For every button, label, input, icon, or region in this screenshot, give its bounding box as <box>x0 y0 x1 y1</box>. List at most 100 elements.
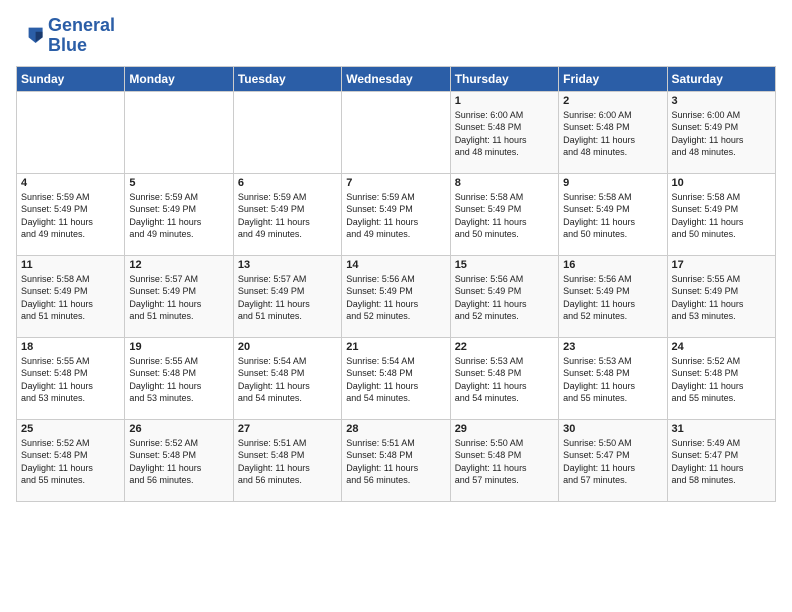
day-info: Sunrise: 5:56 AM Sunset: 5:49 PM Dayligh… <box>346 273 445 323</box>
day-number: 3 <box>672 95 771 107</box>
week-row-3: 18Sunrise: 5:55 AM Sunset: 5:48 PM Dayli… <box>17 337 776 419</box>
week-row-2: 11 Sunrise: 5:58 AM Sunset: 5:49 PM Dayli… <box>17 255 776 337</box>
day-info: Sunrise: 5:58 AM Sunset: 5:49 PM Dayligh… <box>21 273 120 323</box>
day-info: Sunrise: 5:58 AM Sunset: 5:49 PM Dayligh… <box>563 191 662 241</box>
day-cell: 12 Sunrise: 5:57 AM Sunset: 5:49 PM Dayli… <box>125 255 233 337</box>
day-number: 25 <box>21 423 120 435</box>
day-cell: 24 Sunrise: 5:52 AM Sunset: 5:48 PM Dayli… <box>667 337 775 419</box>
day-number: 5 <box>129 177 228 189</box>
day-cell <box>17 91 125 173</box>
day-info: Sunrise: 5:50 AM Sunset: 5:47 PM Dayligh… <box>563 437 662 487</box>
week-row-1: 4 Sunrise: 5:59 AM Sunset: 5:49 PM Daylig… <box>17 173 776 255</box>
weekday-sunday: Sunday <box>17 66 125 91</box>
weekday-friday: Friday <box>559 66 667 91</box>
day-cell: 25 Sunrise: 5:52 AM Sunset: 5:48 PM Dayli… <box>17 419 125 501</box>
day-cell: 28 Sunrise: 5:51 AM Sunset: 5:48 PM Dayli… <box>342 419 450 501</box>
day-info: Sunrise: 6:00 AM Sunset: 5:48 PM Dayligh… <box>563 109 662 159</box>
logo-icon <box>16 22 44 50</box>
day-cell: 5 Sunrise: 5:59 AM Sunset: 5:49 PM Daylig… <box>125 173 233 255</box>
day-number: 16 <box>563 259 662 271</box>
weekday-saturday: Saturday <box>667 66 775 91</box>
day-number: 23 <box>563 341 662 353</box>
day-info: Sunrise: 5:53 AM Sunset: 5:48 PM Dayligh… <box>563 355 662 405</box>
day-info: Sunrise: 5:52 AM Sunset: 5:48 PM Dayligh… <box>129 437 228 487</box>
day-number: 4 <box>21 177 120 189</box>
day-info: Sunrise: 5:57 AM Sunset: 5:49 PM Dayligh… <box>129 273 228 323</box>
day-info: Sunrise: 6:00 AM Sunset: 5:49 PM Dayligh… <box>672 109 771 159</box>
day-cell: 14 Sunrise: 5:56 AM Sunset: 5:49 PM Dayli… <box>342 255 450 337</box>
day-cell: 27Sunrise: 5:51 AM Sunset: 5:48 PM Dayli… <box>233 419 341 501</box>
day-cell: 17Sunrise: 5:55 AM Sunset: 5:49 PM Dayli… <box>667 255 775 337</box>
day-cell: 31Sunrise: 5:49 AM Sunset: 5:47 PM Dayli… <box>667 419 775 501</box>
day-cell <box>342 91 450 173</box>
day-number: 12 <box>129 259 228 271</box>
day-number: 15 <box>455 259 554 271</box>
day-cell: 26 Sunrise: 5:52 AM Sunset: 5:48 PM Dayli… <box>125 419 233 501</box>
week-row-4: 25 Sunrise: 5:52 AM Sunset: 5:48 PM Dayli… <box>17 419 776 501</box>
day-cell: 1Sunrise: 6:00 AM Sunset: 5:48 PM Daylig… <box>450 91 558 173</box>
day-number: 14 <box>346 259 445 271</box>
day-cell: 23 Sunrise: 5:53 AM Sunset: 5:48 PM Dayli… <box>559 337 667 419</box>
day-cell: 16 Sunrise: 5:56 AM Sunset: 5:49 PM Dayli… <box>559 255 667 337</box>
day-number: 20 <box>238 341 337 353</box>
day-number: 26 <box>129 423 228 435</box>
day-cell: 20 Sunrise: 5:54 AM Sunset: 5:48 PM Dayli… <box>233 337 341 419</box>
day-info: Sunrise: 5:59 AM Sunset: 5:49 PM Dayligh… <box>129 191 228 241</box>
day-number: 10 <box>672 177 771 189</box>
day-cell: 3 Sunrise: 6:00 AM Sunset: 5:49 PM Daylig… <box>667 91 775 173</box>
day-number: 8 <box>455 177 554 189</box>
logo-line1: General <box>48 16 115 36</box>
day-cell: 8 Sunrise: 5:58 AM Sunset: 5:49 PM Daylig… <box>450 173 558 255</box>
day-number: 21 <box>346 341 445 353</box>
day-cell: 2 Sunrise: 6:00 AM Sunset: 5:48 PM Daylig… <box>559 91 667 173</box>
weekday-monday: Monday <box>125 66 233 91</box>
day-number: 19 <box>129 341 228 353</box>
day-info: Sunrise: 5:51 AM Sunset: 5:48 PM Dayligh… <box>238 437 337 487</box>
day-cell: 7 Sunrise: 5:59 AM Sunset: 5:49 PM Daylig… <box>342 173 450 255</box>
day-number: 22 <box>455 341 554 353</box>
day-info: Sunrise: 5:56 AM Sunset: 5:49 PM Dayligh… <box>563 273 662 323</box>
logo-line2: Blue <box>48 36 115 56</box>
weekday-wednesday: Wednesday <box>342 66 450 91</box>
day-cell: 15Sunrise: 5:56 AM Sunset: 5:49 PM Dayli… <box>450 255 558 337</box>
day-cell: 21 Sunrise: 5:54 AM Sunset: 5:48 PM Dayli… <box>342 337 450 419</box>
day-info: Sunrise: 5:55 AM Sunset: 5:49 PM Dayligh… <box>672 273 771 323</box>
day-info: Sunrise: 5:59 AM Sunset: 5:49 PM Dayligh… <box>238 191 337 241</box>
day-info: Sunrise: 5:52 AM Sunset: 5:48 PM Dayligh… <box>672 355 771 405</box>
weekday-tuesday: Tuesday <box>233 66 341 91</box>
day-info: Sunrise: 5:55 AM Sunset: 5:48 PM Dayligh… <box>129 355 228 405</box>
day-info: Sunrise: 5:54 AM Sunset: 5:48 PM Dayligh… <box>346 355 445 405</box>
day-info: Sunrise: 5:59 AM Sunset: 5:49 PM Dayligh… <box>346 191 445 241</box>
day-number: 30 <box>563 423 662 435</box>
day-cell: 29 Sunrise: 5:50 AM Sunset: 5:48 PM Dayli… <box>450 419 558 501</box>
day-cell <box>125 91 233 173</box>
day-cell: 19 Sunrise: 5:55 AM Sunset: 5:48 PM Dayli… <box>125 337 233 419</box>
day-info: Sunrise: 5:53 AM Sunset: 5:48 PM Dayligh… <box>455 355 554 405</box>
day-cell: 18Sunrise: 5:55 AM Sunset: 5:48 PM Dayli… <box>17 337 125 419</box>
weekday-thursday: Thursday <box>450 66 558 91</box>
day-cell <box>233 91 341 173</box>
calendar-page: General Blue SundayMondayTuesdayWednesda… <box>0 0 792 612</box>
day-cell: 13 Sunrise: 5:57 AM Sunset: 5:49 PM Dayli… <box>233 255 341 337</box>
day-number: 24 <box>672 341 771 353</box>
day-cell: 4 Sunrise: 5:59 AM Sunset: 5:49 PM Daylig… <box>17 173 125 255</box>
day-info: Sunrise: 5:51 AM Sunset: 5:48 PM Dayligh… <box>346 437 445 487</box>
day-number: 28 <box>346 423 445 435</box>
weekday-header-row: SundayMondayTuesdayWednesdayThursdayFrid… <box>17 66 776 91</box>
day-info: Sunrise: 5:57 AM Sunset: 5:49 PM Dayligh… <box>238 273 337 323</box>
day-info: Sunrise: 5:59 AM Sunset: 5:49 PM Dayligh… <box>21 191 120 241</box>
day-number: 13 <box>238 259 337 271</box>
day-info: Sunrise: 5:50 AM Sunset: 5:48 PM Dayligh… <box>455 437 554 487</box>
day-number: 7 <box>346 177 445 189</box>
day-number: 29 <box>455 423 554 435</box>
day-info: Sunrise: 6:00 AM Sunset: 5:48 PM Dayligh… <box>455 109 554 159</box>
day-number: 6 <box>238 177 337 189</box>
day-info: Sunrise: 5:58 AM Sunset: 5:49 PM Dayligh… <box>455 191 554 241</box>
day-info: Sunrise: 5:54 AM Sunset: 5:48 PM Dayligh… <box>238 355 337 405</box>
day-number: 11 <box>21 259 120 271</box>
day-number: 31 <box>672 423 771 435</box>
day-info: Sunrise: 5:52 AM Sunset: 5:48 PM Dayligh… <box>21 437 120 487</box>
day-number: 2 <box>563 95 662 107</box>
day-cell: 9Sunrise: 5:58 AM Sunset: 5:49 PM Daylig… <box>559 173 667 255</box>
header: General Blue <box>16 16 776 56</box>
